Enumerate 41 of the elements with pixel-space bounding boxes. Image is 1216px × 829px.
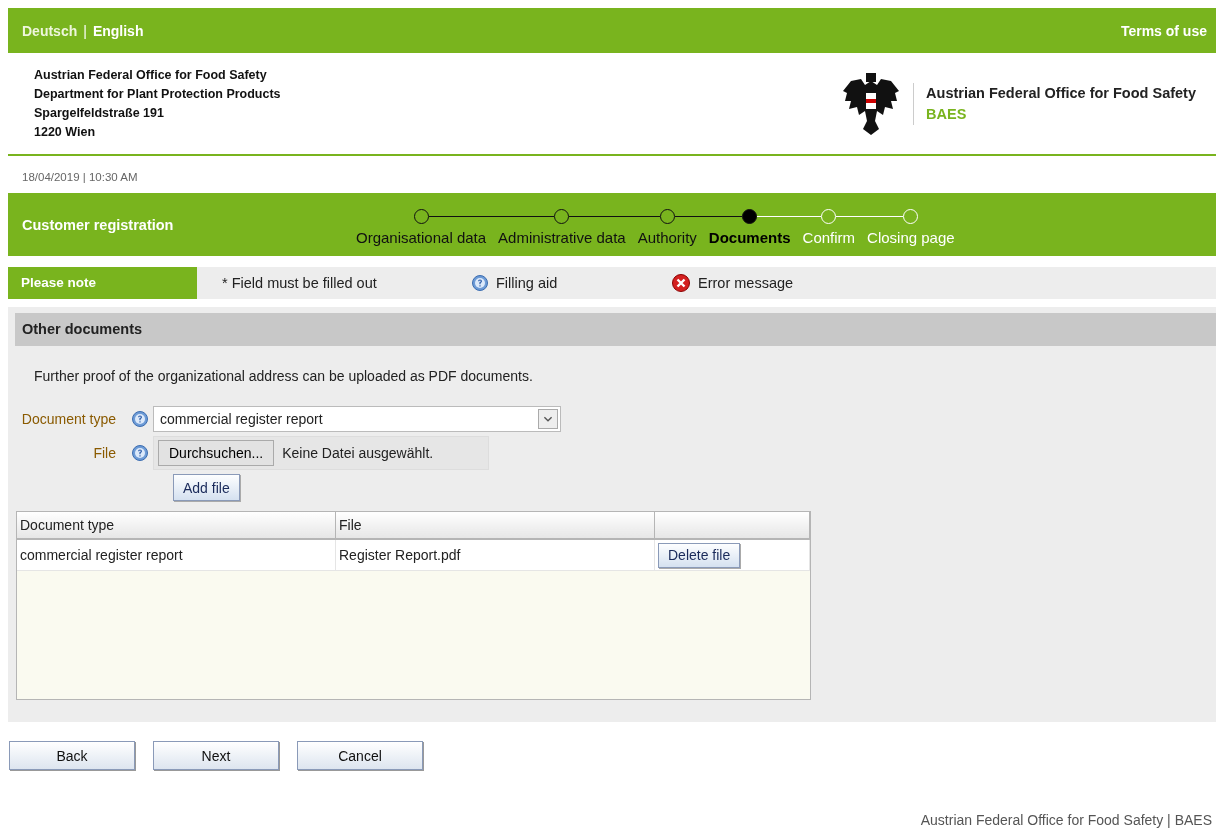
- organization-name: Austrian Federal Office for Food Safety: [926, 83, 1196, 103]
- section-header: Other documents: [15, 313, 1216, 346]
- file-input[interactable]: Durchsuchen... Keine Datei ausgewählt.: [153, 436, 489, 470]
- column-header: File: [335, 512, 655, 539]
- required-field-legend: * Field must be filled out: [222, 275, 472, 291]
- wizard-step[interactable]: Documents: [702, 209, 797, 246]
- separator: |: [83, 22, 87, 39]
- add-file-button[interactable]: Add file: [173, 474, 240, 501]
- wizard-step[interactable]: Organisational data: [350, 209, 493, 246]
- note-title: Please note: [8, 267, 197, 299]
- document-type-dropdown[interactable]: commercial register report: [153, 406, 561, 432]
- help-icon: [132, 445, 148, 461]
- address-line: Austrian Federal Office for Food Safety: [34, 66, 268, 84]
- error-message-legend: Error message: [698, 275, 794, 291]
- wizard-title: Customer registration: [21, 216, 175, 233]
- address-line: Department for Plant Protection Products: [34, 85, 281, 103]
- nav-button[interactable]: Back: [9, 741, 135, 770]
- field-label: Document type: [20, 411, 117, 427]
- nav-button[interactable]: Next: [153, 741, 279, 770]
- timestamp: 18/04/2019 | 10:30 AM: [21, 170, 139, 185]
- footer-text: Austrian Federal Office for Food Safety | BAES: [920, 812, 1212, 828]
- address-line: 1220 Wien: [34, 123, 97, 141]
- intro-text: Further proof of the organizational address can be uploaded as PDF documents.: [34, 368, 534, 384]
- filling-aid-legend: Filling aid: [496, 275, 558, 291]
- caret-icon: [538, 409, 558, 429]
- wizard-step[interactable]: Administrative data: [492, 209, 632, 246]
- help-icon: [472, 275, 488, 291]
- table-cell: commercial register report: [17, 539, 336, 571]
- eagle-emblem-icon: [841, 70, 902, 137]
- field-label: File: [92, 445, 117, 461]
- help-icon: [132, 411, 148, 427]
- delete-file-button[interactable]: Delete file: [658, 542, 741, 568]
- table-cell: Register Report.pdf: [335, 539, 655, 571]
- nav-button[interactable]: Cancel: [297, 741, 423, 770]
- wizard-step[interactable]: Authority: [631, 209, 703, 246]
- organization-abbreviation: BAES: [926, 104, 968, 124]
- address-line: Spargelfeldstraße 191: [34, 104, 165, 122]
- file-status: Keine Datei ausgewählt.: [282, 445, 434, 461]
- error-icon: [672, 274, 690, 292]
- column-header: Document type: [17, 512, 336, 539]
- browse-button[interactable]: Durchsuchen...: [158, 440, 275, 466]
